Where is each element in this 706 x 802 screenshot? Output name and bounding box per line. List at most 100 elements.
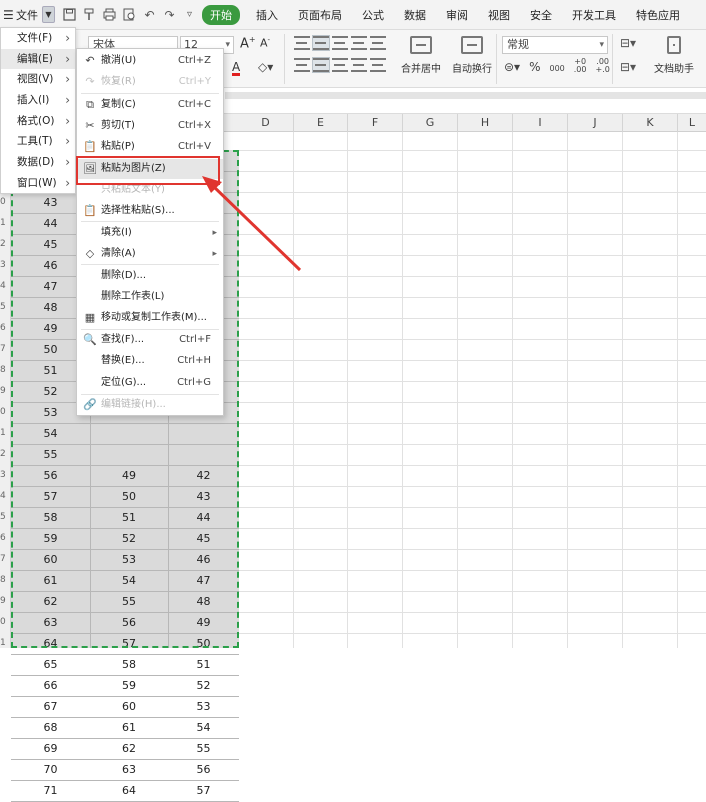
tab-security[interactable]: 安全 [520, 7, 562, 23]
table-cell[interactable]: 61 [11, 570, 90, 591]
row-header[interactable]: 4 [0, 276, 10, 297]
table-cell[interactable]: 54 [168, 717, 239, 738]
merge-center-button[interactable]: 合并居中 [398, 36, 444, 75]
edit-menu-item[interactable]: ↶ 撤消(U) Ctrl+Z [77, 51, 223, 71]
row-header[interactable]: 7 [0, 549, 10, 570]
undo-icon[interactable]: ↶ [143, 8, 156, 22]
table-cell[interactable]: 55 [90, 591, 168, 612]
table-style-icon[interactable]: ⊟▾ [620, 36, 636, 50]
table-cell[interactable]: 57 [90, 633, 168, 654]
row-header[interactable]: 9 [0, 591, 10, 612]
edit-menu-item[interactable]: 🖼 粘贴为图片(Z) [77, 159, 223, 179]
row-header[interactable]: 0 [0, 402, 10, 423]
tab-formulas[interactable]: 公式 [352, 7, 394, 23]
table-cell[interactable]: 55 [11, 444, 90, 465]
table-cell[interactable]: 49 [168, 612, 239, 633]
column-header-d[interactable]: D [238, 114, 294, 132]
tab-data[interactable]: 数据 [394, 7, 436, 23]
decrease-font-icon[interactable]: A- [260, 36, 270, 50]
table-cell[interactable]: 51 [168, 654, 239, 675]
clear-format-icon[interactable]: ◇▾ [258, 60, 273, 74]
row-header[interactable]: 9 [0, 381, 10, 402]
row-header[interactable]: 5 [0, 507, 10, 528]
table-cell[interactable]: 59 [90, 675, 168, 696]
menu-view[interactable]: 视图(V) [1, 69, 75, 90]
edit-menu-item[interactable]: 🔍 查找(F)... Ctrl+F [77, 330, 223, 350]
currency-icon[interactable]: ⊜▾ [504, 60, 520, 74]
table-cell[interactable]: 63 [11, 612, 90, 633]
tab-insert[interactable]: 插入 [246, 7, 288, 23]
justify-icon[interactable] [351, 58, 367, 72]
edit-menu-item[interactable]: 📋 选择性粘贴(S)... [77, 201, 223, 221]
row-header[interactable]: 3 [0, 465, 10, 486]
row-header[interactable]: 2 [0, 234, 10, 255]
tab-review[interactable]: 审阅 [436, 7, 478, 23]
table-cell[interactable]: 56 [90, 612, 168, 633]
edit-menu-item[interactable]: 替换(E)... Ctrl+H [77, 351, 223, 371]
table-cell[interactable]: 43 [168, 486, 239, 507]
table-cell[interactable]: 54 [90, 570, 168, 591]
row-header[interactable]: 3 [0, 255, 10, 276]
table-cell[interactable]: 54 [11, 423, 90, 444]
formula-bar[interactable] [225, 92, 706, 99]
tab-page-layout[interactable]: 页面布局 [288, 7, 352, 23]
table-cell[interactable]: 65 [11, 654, 90, 675]
table-cell[interactable]: 58 [11, 507, 90, 528]
row-header[interactable]: 1 [0, 633, 10, 648]
number-format-select[interactable]: 常规 [502, 36, 608, 54]
edit-menu-item[interactable]: 删除工作表(L) [77, 287, 223, 307]
menu-data[interactable]: 数据(D) [1, 152, 75, 173]
menu-window[interactable]: 窗口(W) [1, 173, 75, 194]
edit-menu-item[interactable]: ▦ 移动或复制工作表(M)... [77, 308, 223, 328]
tab-developer[interactable]: 开发工具 [562, 7, 626, 23]
column-header-h[interactable]: H [458, 114, 513, 132]
increase-decimal-button[interactable]: +0.00 [574, 58, 587, 75]
table-cell[interactable]: 64 [90, 780, 168, 801]
table-cell[interactable]: 60 [11, 549, 90, 570]
tab-view[interactable]: 视图 [478, 7, 520, 23]
wrap-text-button[interactable]: 自动换行 [452, 36, 492, 75]
row-header[interactable]: 4 [0, 486, 10, 507]
table-cell[interactable]: 62 [90, 738, 168, 759]
table-cell[interactable]: 45 [168, 528, 239, 549]
table-cell[interactable]: 61 [90, 717, 168, 738]
table-cell[interactable]: 70 [11, 759, 90, 780]
decrease-indent-icon[interactable] [351, 36, 367, 50]
table-cell[interactable]: 63 [90, 759, 168, 780]
row-header[interactable]: 0 [0, 612, 10, 633]
table-cell[interactable]: 56 [168, 759, 239, 780]
row-header[interactable]: 8 [0, 570, 10, 591]
edit-menu-item[interactable]: 📋 粘贴(P) Ctrl+V [77, 137, 223, 157]
column-header-i[interactable]: I [513, 114, 568, 132]
align-right-icon[interactable] [332, 58, 348, 72]
align-top-icon[interactable] [294, 36, 310, 50]
print-icon[interactable] [103, 8, 116, 21]
thousands-separator-button[interactable]: 000 [549, 60, 564, 74]
menu-tools[interactable]: 工具(T) [1, 131, 75, 152]
column-header-l[interactable]: L [678, 114, 706, 132]
row-header[interactable]: 6 [0, 528, 10, 549]
column-header-g[interactable]: G [403, 114, 458, 132]
tab-features[interactable]: 特色应用 [626, 7, 690, 23]
increase-font-icon[interactable]: A+ [240, 35, 256, 51]
row-header[interactable]: 0 [0, 192, 10, 213]
table-cell[interactable]: 44 [168, 507, 239, 528]
table-cell[interactable] [90, 444, 168, 465]
table-cell[interactable]: 51 [90, 507, 168, 528]
redo-icon[interactable]: ↷ [163, 8, 176, 22]
tab-start[interactable]: 开始 [202, 4, 240, 25]
row-header[interactable]: 5 [0, 297, 10, 318]
column-header-e[interactable]: E [294, 114, 348, 132]
table-cell[interactable]: 67 [11, 696, 90, 717]
table-cell[interactable]: 53 [168, 696, 239, 717]
hamburger-icon[interactable]: ☰ [3, 8, 14, 22]
table-cell[interactable] [168, 444, 239, 465]
menu-edit[interactable]: 编辑(E) [1, 48, 75, 70]
table-cell[interactable]: 62 [11, 591, 90, 612]
table-cell[interactable]: 71 [11, 780, 90, 801]
file-menu-button[interactable]: 文件 [16, 7, 38, 23]
align-left-icon[interactable] [294, 58, 310, 72]
table-cell[interactable]: 69 [11, 738, 90, 759]
edit-menu-item[interactable]: ⧉ 复制(C) Ctrl+C [77, 95, 223, 115]
table-cell[interactable]: 66 [11, 675, 90, 696]
